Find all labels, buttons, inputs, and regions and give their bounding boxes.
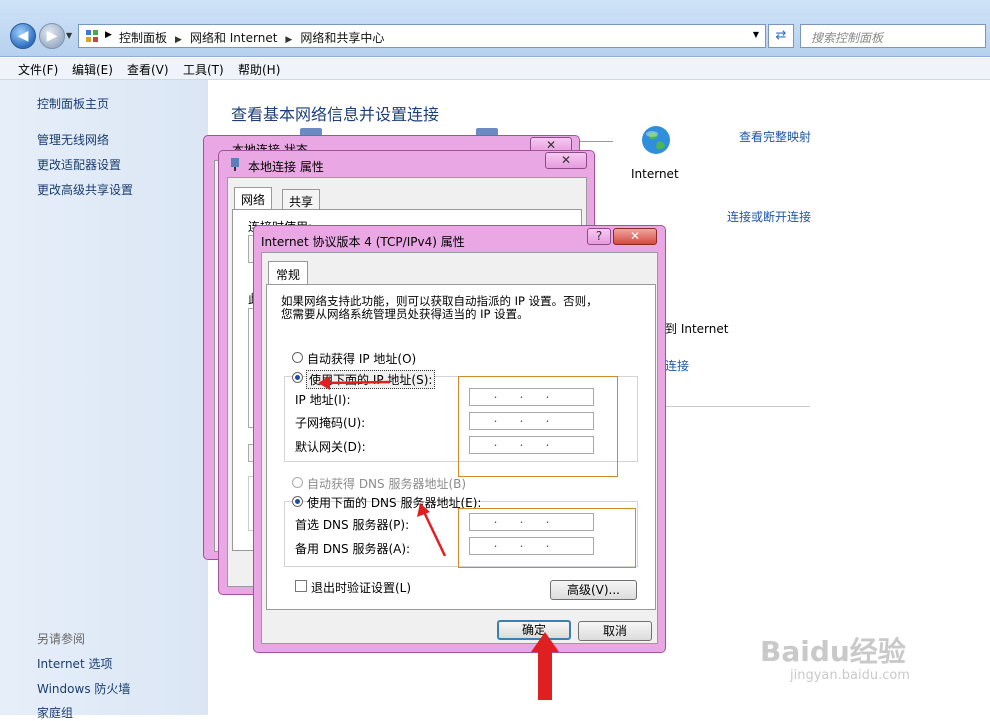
tab-sharing[interactable]: 共享 [282, 189, 321, 210]
internet-label: Internet [631, 167, 679, 181]
dns-auto-label[interactable]: 自动获得 DNS 服务器地址(B) [307, 475, 466, 492]
default-gateway-label: 默认网关(D): [295, 440, 366, 454]
validate-on-exit-label[interactable]: 退出时验证设置(L) [311, 579, 411, 596]
breadcrumb-arrow-icon: ▶ [105, 30, 112, 40]
ip-address-label: IP 地址(I): [295, 393, 351, 407]
back-button[interactable]: ◀ [10, 23, 36, 49]
ip-manual-radio[interactable] [292, 372, 303, 383]
sidebar-item-adapter-settings[interactable]: 更改适配器设置 [37, 156, 121, 173]
control-panel-icon [85, 29, 99, 43]
forward-button[interactable]: ▶ [39, 23, 65, 49]
alternate-dns-label: 备用 DNS 服务器(A): [295, 542, 411, 556]
explorer-toolbar: ◀ ▶ ▼ ▶ 控制面板 ▶ 网络和 Internet ▶ 网络和共享中心 ▼ ⇄ 搜索… [0, 0, 990, 57]
sidebar [0, 80, 208, 715]
see-also-internet-options[interactable]: Internet 选项 [37, 655, 112, 672]
see-also-homegroup[interactable]: 家庭组 [37, 704, 73, 721]
recent-pages-chevron-icon[interactable]: ▼ [66, 31, 72, 40]
validate-on-exit-checkbox[interactable] [295, 580, 307, 592]
search-input[interactable]: 搜索控制面板 [800, 24, 986, 48]
network-map-line [575, 141, 613, 142]
annotation-ip-box [458, 376, 618, 477]
view-full-map-link[interactable]: 查看完整映射 [739, 128, 811, 145]
annotation-dns-box [458, 508, 636, 568]
dns-manual-label[interactable]: 使用下面的 DNS 服务器地址(E): [307, 494, 481, 511]
cancel-button[interactable]: 取消 [578, 621, 652, 641]
see-also-windows-firewall[interactable]: Windows 防火墙 [37, 680, 130, 697]
menu-help[interactable]: 帮助(H) [238, 61, 280, 78]
ipv4-description-line2: 您需要从网络系统管理员处获得适当的 IP 设置。 [281, 307, 529, 321]
properties-window-title: 本地连接 属性 [248, 160, 324, 174]
ip-auto-label[interactable]: 自动获得 IP 地址(O) [307, 350, 416, 367]
menu-file[interactable]: 文件(F) [18, 61, 58, 78]
sidebar-item-advanced-sharing[interactable]: 更改高级共享设置 [37, 181, 133, 198]
page-title: 查看基本网络信息并设置连接 [231, 105, 440, 124]
ok-button[interactable]: 确定 [497, 620, 571, 640]
ip-auto-radio[interactable] [292, 352, 303, 363]
ipv4-help-button[interactable]: ? [587, 228, 611, 245]
subnet-mask-label: 子网掩码(U): [295, 416, 366, 430]
address-bar[interactable]: ▶ 控制面板 ▶ 网络和 Internet ▶ 网络和共享中心 ▼ [78, 24, 766, 48]
menu-view[interactable]: 查看(V) [127, 61, 169, 78]
breadcrumb-control-panel[interactable]: 控制面板 [119, 31, 167, 45]
tab-general[interactable]: 常规 [268, 261, 309, 285]
baidu-watermark: Baidu经验 [760, 635, 906, 668]
divider [665, 406, 810, 407]
connect-disconnect-link[interactable]: 连接或断开连接 [727, 208, 811, 225]
ipv4-close-button[interactable]: ✕ [613, 228, 657, 245]
properties-window-close-button[interactable]: ✕ [545, 152, 587, 169]
internet-access-text: 到 Internet [665, 322, 729, 336]
internet-globe-icon [640, 124, 672, 156]
ipv4-dialog-title: Internet 协议版本 4 (TCP/IPv4) 属性 [261, 235, 465, 249]
breadcrumb: 控制面板 ▶ 网络和 Internet ▶ 网络和共享中心 [119, 31, 385, 45]
breadcrumb-network-internet[interactable]: 网络和 Internet [190, 31, 277, 45]
network-adapter-icon [229, 158, 241, 172]
sidebar-item-control-panel-home[interactable]: 控制面板主页 [37, 95, 109, 112]
watermark-url: jingyan.baidu.com [790, 668, 910, 683]
search-placeholder: 搜索控制面板 [811, 31, 884, 45]
address-dropdown-icon[interactable]: ▼ [753, 30, 759, 39]
dns-auto-radio[interactable] [292, 477, 303, 488]
ip-manual-label[interactable]: 使用下面的 IP 地址(S): [306, 370, 436, 389]
refresh-button[interactable]: ⇄ [768, 24, 794, 48]
menu-tools[interactable]: 工具(T) [183, 61, 224, 78]
sidebar-item-manage-wireless[interactable]: 管理无线网络 [37, 131, 109, 148]
tab-network[interactable]: 网络 [234, 187, 273, 210]
breadcrumb-network-sharing-center[interactable]: 网络和共享中心 [300, 31, 384, 45]
dns-manual-radio[interactable] [292, 496, 303, 507]
preferred-dns-label: 首选 DNS 服务器(P): [295, 518, 410, 532]
see-also-heading: 另请参阅 [37, 632, 86, 646]
advanced-button[interactable]: 高级(V)... [550, 580, 637, 600]
menu-edit[interactable]: 编辑(E) [72, 61, 113, 78]
menu-bar: 文件(F) 编辑(E) 查看(V) 工具(T) 帮助(H) [0, 58, 990, 80]
connection-link[interactable]: 连接 [665, 357, 689, 374]
